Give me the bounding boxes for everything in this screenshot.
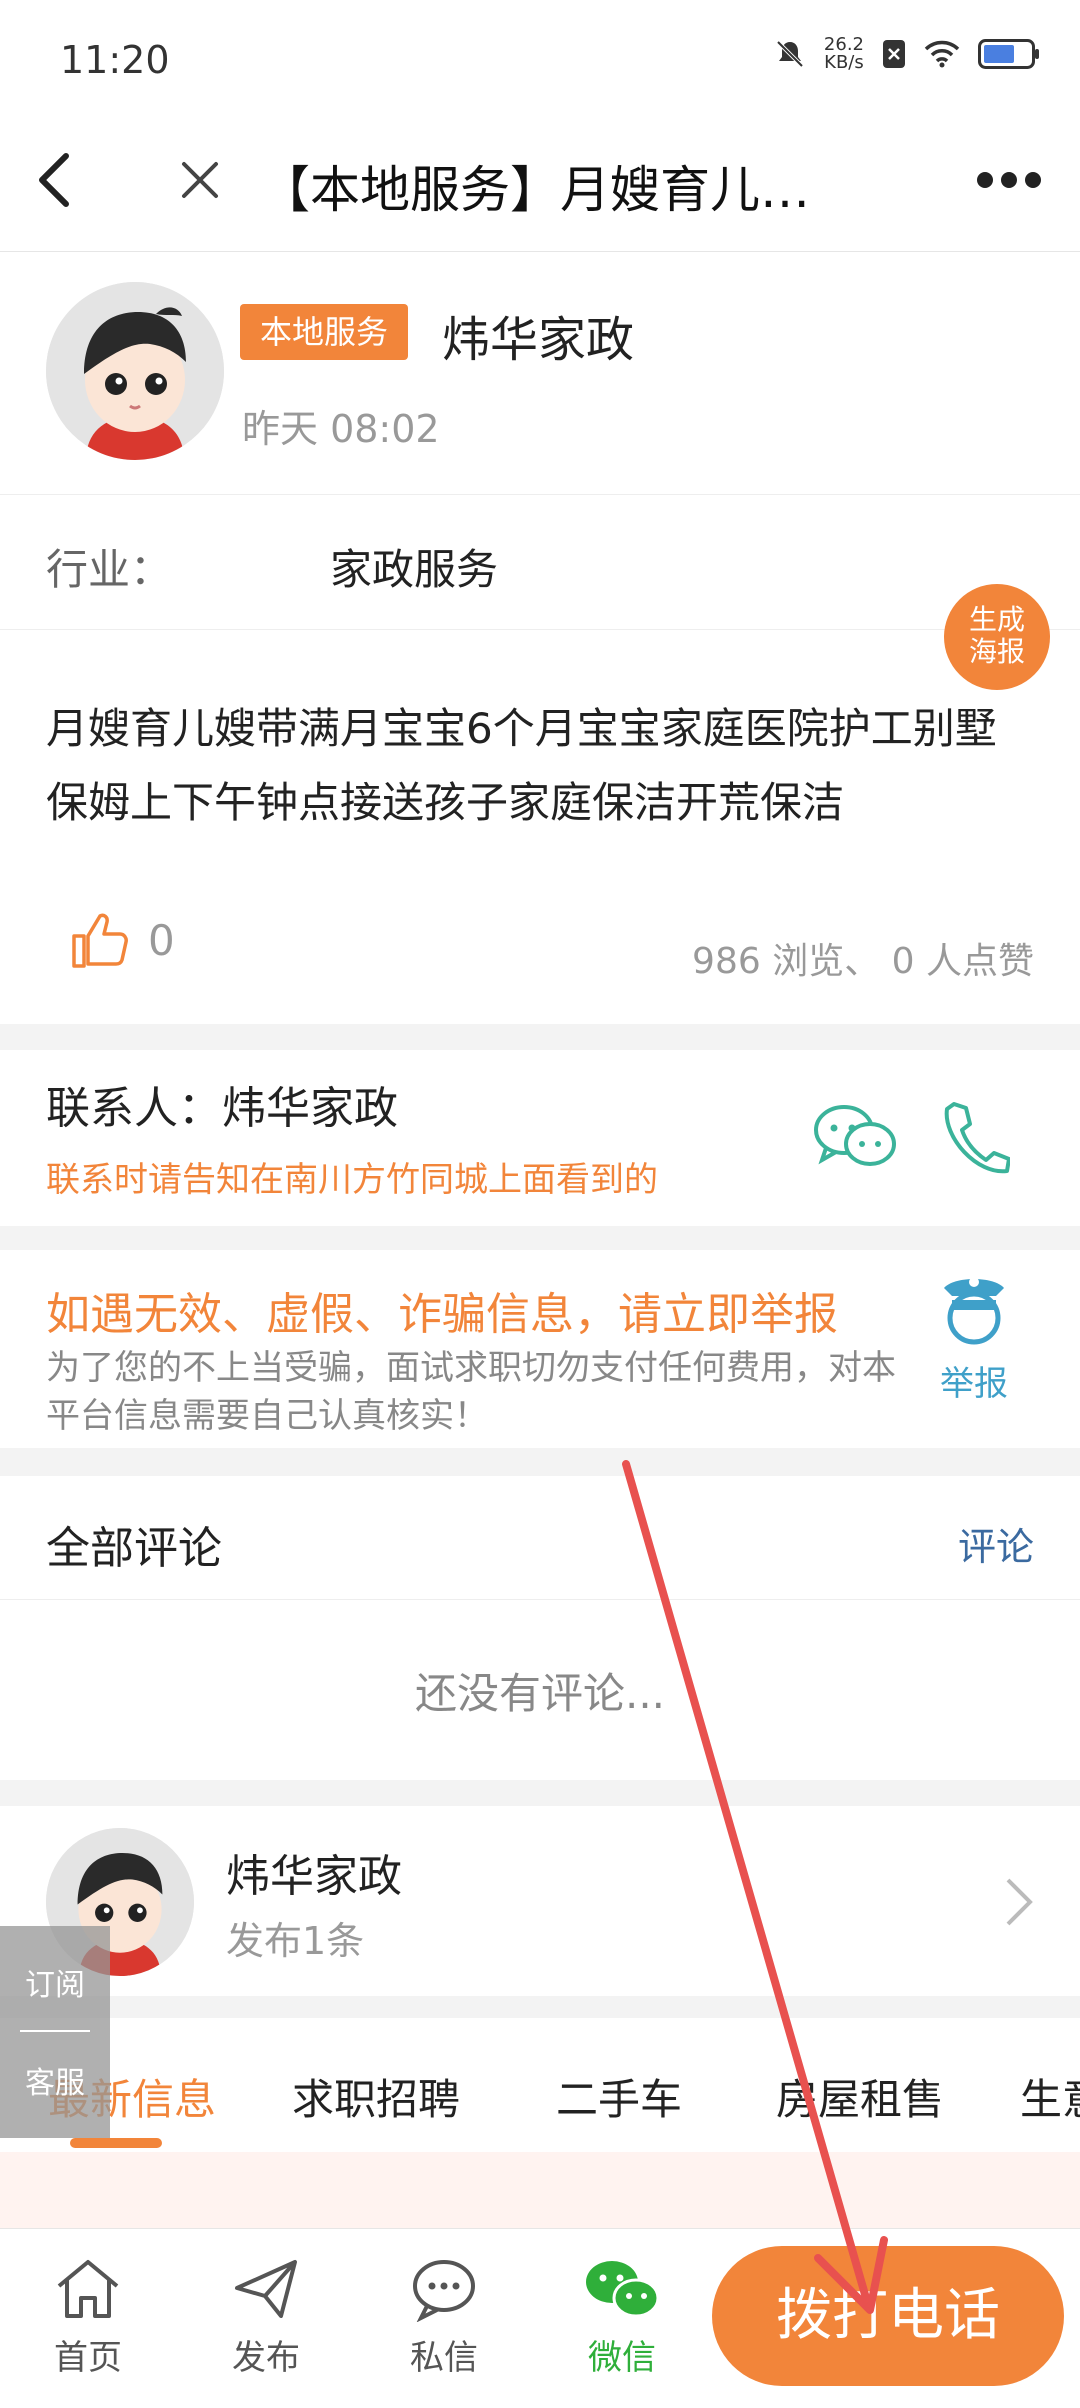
status-time: 11:20: [60, 38, 170, 82]
like-button[interactable]: 0: [70, 910, 175, 970]
floating-actions: 订阅 客服: [0, 1926, 110, 2138]
wechat-icon: [586, 2261, 660, 2318]
close-icon[interactable]: [178, 158, 222, 202]
wifi-icon: [924, 40, 960, 68]
bottom-home[interactable]: 首页: [18, 2256, 158, 2379]
report-warning-text: 为了您的不上当受骗，面试求职切勿支付任何费用，对本平台信息需要自己认真核实！: [46, 1348, 896, 1436]
divider: [20, 2030, 90, 2032]
mute-icon: [776, 40, 804, 68]
comments-title: 全部评论: [46, 1523, 222, 1574]
phone-icon[interactable]: [940, 1098, 1010, 1176]
chevron-right-icon: [1006, 1878, 1033, 1926]
battery-icon: [978, 39, 1039, 69]
list-item[interactable]: [0, 2152, 1080, 2232]
posted-time: 昨天 08:02: [242, 407, 440, 451]
active-tab-indicator: [70, 2138, 162, 2148]
thumbs-up-icon: [72, 913, 128, 968]
publisher-name: 炜华家政: [226, 1851, 402, 1902]
wechat-contact-icon[interactable]: [812, 1100, 898, 1174]
poster-name: 炜华家政: [442, 312, 635, 368]
bottom-messages[interactable]: 私信: [374, 2256, 514, 2379]
tab-business[interactable]: 生意: [1020, 2066, 1080, 2127]
industry-label: 行业：: [46, 545, 173, 594]
avatar[interactable]: [46, 282, 224, 460]
status-icons: 26.2 KB/s: [774, 36, 1040, 72]
police-icon[interactable]: [934, 1266, 1014, 1350]
like-count: 0: [148, 915, 175, 965]
bottom-wechat[interactable]: 微信: [552, 2256, 692, 2379]
page-title: 【本地服务】月嫂育儿…: [260, 161, 810, 219]
tab-housing[interactable]: 房屋租售: [776, 2066, 944, 2127]
more-icon[interactable]: [976, 170, 1042, 190]
tab-used-cars[interactable]: 二手车: [556, 2066, 682, 2127]
category-badge: 本地服务: [240, 304, 409, 360]
contact-name: 联系人：炜华家政: [46, 1083, 398, 1134]
avatar-face-icon: [46, 282, 224, 460]
publisher-post-count: 发布1条: [226, 1919, 365, 1963]
no-sim-icon: [883, 40, 905, 68]
report-warning-title: 如遇无效、虚假、诈骗信息，请立即举报: [46, 1289, 838, 1340]
chat-icon: [413, 2260, 475, 2323]
page: 11:20 26.2 KB/s 【本地服务】月嫂育儿… 本地服务 炜华家政 昨天 …: [0, 0, 1080, 2408]
views-likes-text: 986 浏览、 0 人点赞: [692, 941, 1034, 982]
generate-poster-button[interactable]: 生成 海报: [944, 584, 1050, 690]
industry-value: 家政服务: [330, 545, 499, 594]
contact-tip: 联系时请告知在南川方竹同城上面看到的: [46, 1160, 658, 1200]
report-button-label[interactable]: 举报: [940, 1356, 1008, 1405]
post-description: 月嫂育儿嫂带满月宝宝6个月宝宝家庭医院护工别墅保姆上下午钟点接送孩子家庭保洁开荒…: [46, 704, 997, 827]
back-icon[interactable]: [34, 150, 74, 210]
customer-service-button[interactable]: 客服: [0, 2058, 110, 2102]
subscribe-button[interactable]: 订阅: [0, 1926, 110, 2004]
send-icon: [235, 2260, 297, 2318]
bottom-publish[interactable]: 发布: [196, 2256, 336, 2379]
write-comment-link[interactable]: 评论: [958, 1516, 1034, 1571]
empty-comments-text: 还没有评论...: [414, 1669, 666, 1718]
home-icon: [57, 2260, 119, 2318]
network-speed: 26.2 KB/s: [823, 34, 864, 73]
tab-jobs[interactable]: 求职招聘: [292, 2066, 460, 2127]
call-button[interactable]: 拨打电话: [712, 2246, 1064, 2386]
